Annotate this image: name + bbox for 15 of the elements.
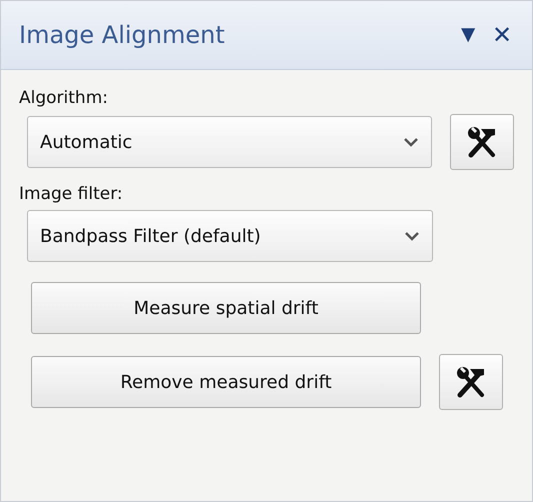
field-label: Image filter: (19, 184, 124, 204)
tools-button[interactable] (450, 114, 514, 170)
dropdown[interactable]: Automatic (27, 116, 432, 168)
dropdown-toggle[interactable]: ▼ (450, 21, 486, 49)
action-button[interactable]: Remove measured drift (31, 356, 421, 408)
chevron-down-icon (403, 137, 420, 147)
action-button[interactable]: Measure spatial drift (31, 282, 421, 334)
chevron-down-icon (404, 231, 420, 241)
tools-button[interactable] (439, 354, 503, 410)
dropdown[interactable]: Bandpass Filter (default) (27, 210, 433, 262)
field-label: Algorithm: (19, 88, 109, 108)
dropdown-value: Bandpass Filter (default) (40, 226, 261, 246)
close-button[interactable]: ✕ (486, 20, 518, 50)
panel-title: Image Alignment (19, 21, 226, 49)
dropdown-value: Automatic (40, 132, 132, 152)
